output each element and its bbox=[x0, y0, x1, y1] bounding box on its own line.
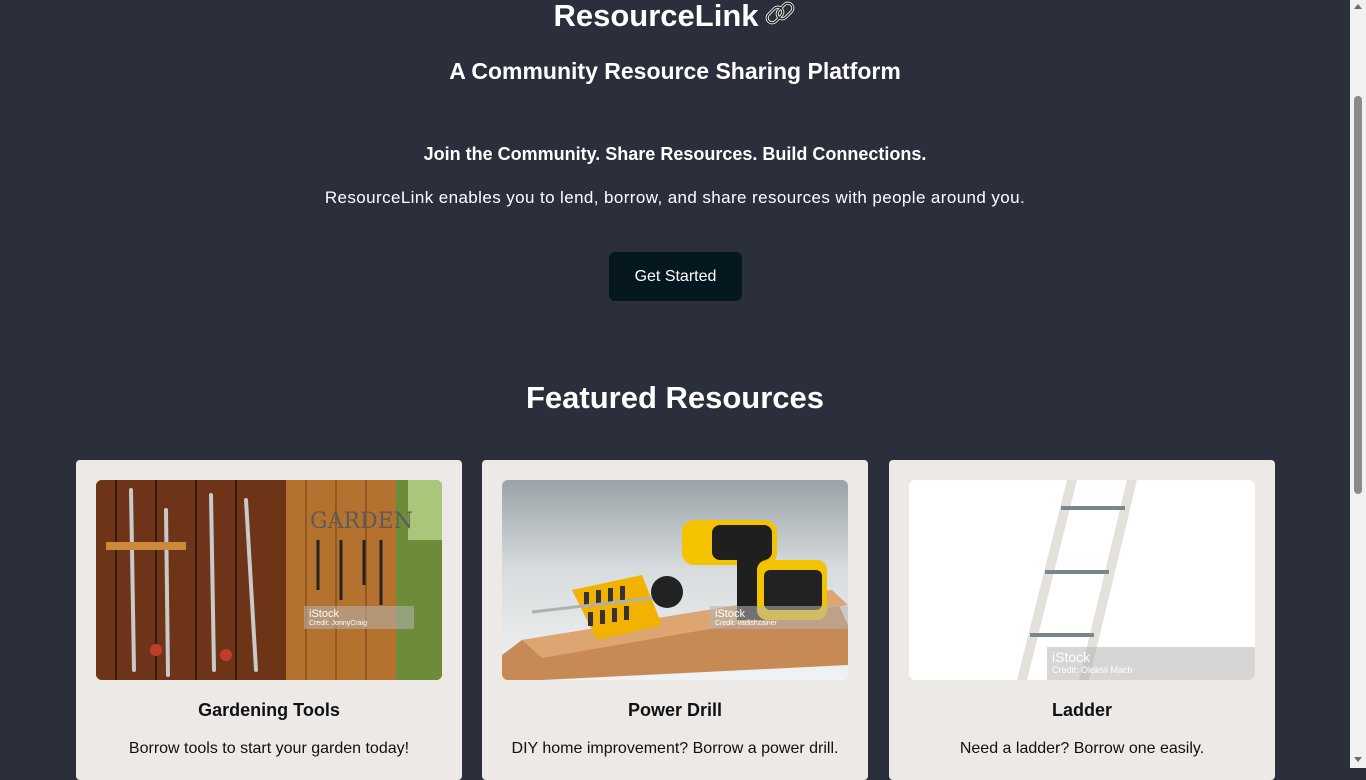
resource-card-ladder[interactable]: iStock Credit: Oleksii Mach Ladder Need … bbox=[889, 460, 1275, 780]
image-watermark: iStock Credit: JonnyCraig bbox=[304, 606, 414, 629]
gardening-tools-photo: GARDEN iStock Credit: JonnyCraig bbox=[96, 480, 442, 680]
resource-card-power-drill[interactable]: iStock Credit: vadishzainer Power Drill … bbox=[482, 460, 868, 780]
hero-headline: Join the Community. Share Resources. Bui… bbox=[423, 144, 927, 164]
page: ResourceLink A Community Resource Sharin… bbox=[0, 0, 1350, 780]
card-description: Borrow tools to start your garden today! bbox=[128, 740, 410, 757]
scrollbar-thumb[interactable] bbox=[1354, 96, 1362, 494]
vertical-scrollbar[interactable] bbox=[1350, 0, 1366, 768]
tagline: A Community Resource Sharing Platform bbox=[449, 58, 901, 84]
brand-name: ResourceLink bbox=[553, 0, 759, 33]
power-drill-photo: iStock Credit: vadishzainer bbox=[502, 480, 848, 680]
ladder-photo: iStock Credit: Oleksii Mach bbox=[909, 480, 1255, 680]
image-watermark: iStock Credit: vadishzainer bbox=[710, 606, 848, 629]
brand-title: ResourceLink bbox=[0, 0, 1350, 42]
get-started-button[interactable]: Get Started bbox=[609, 252, 742, 301]
card-title: Ladder bbox=[1051, 700, 1112, 720]
image-watermark: iStock Credit: Oleksii Mach bbox=[1047, 647, 1255, 680]
resource-card-gardening-tools[interactable]: GARDEN iStock Credit: JonnyCraig Gardeni… bbox=[76, 460, 462, 780]
scroll-up-arrow-icon[interactable] bbox=[1354, 4, 1362, 9]
card-title: Gardening Tools bbox=[198, 700, 340, 720]
link-icon bbox=[763, 0, 797, 42]
card-description: DIY home improvement? Borrow a power dri… bbox=[511, 740, 839, 757]
featured-resources-title: Featured Resources bbox=[525, 380, 825, 415]
card-title: Power Drill bbox=[627, 700, 723, 720]
hero-description: ResourceLink enables you to lend, borrow… bbox=[324, 188, 1026, 207]
svg-text:GARDEN: GARDEN bbox=[310, 509, 413, 534]
card-description: Need a ladder? Borrow one easily. bbox=[959, 740, 1205, 757]
scroll-down-arrow-icon[interactable] bbox=[1354, 757, 1362, 762]
